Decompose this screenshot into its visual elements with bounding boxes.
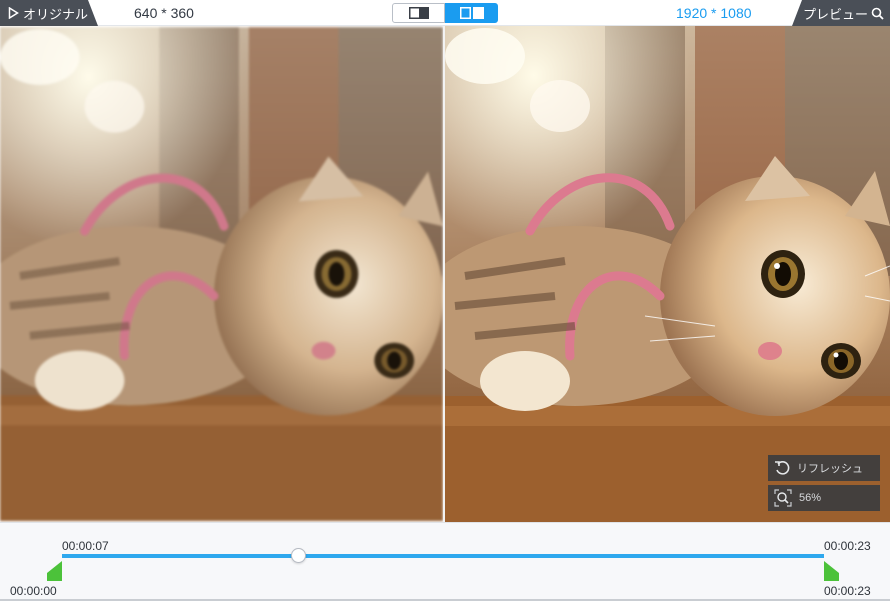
preview-tab-label: プレビュー xyxy=(802,6,868,22)
view-mode-toggle xyxy=(392,3,498,23)
trim-start-handle[interactable] xyxy=(47,561,63,581)
preview-tab[interactable]: プレビュー xyxy=(792,0,890,26)
enhanced-video-preview xyxy=(445,26,890,522)
refresh-icon xyxy=(775,461,790,475)
original-tab[interactable]: オリジナル xyxy=(0,0,98,26)
side-by-side-icon xyxy=(459,7,484,19)
top-bar: オリジナル 640 * 360 1920 * 1080 プレビュー xyxy=(0,0,890,26)
kitten-image-original xyxy=(0,27,443,521)
refresh-button[interactable]: リフレッシュ xyxy=(768,455,880,481)
trim-start-time: 00:00:00 xyxy=(10,584,57,598)
zoom-icon xyxy=(774,489,792,507)
kitten-image-preview xyxy=(445,26,890,522)
split-view-button[interactable] xyxy=(392,3,445,23)
current-time: 00:00:07 xyxy=(62,539,109,553)
split-view-icon xyxy=(408,7,429,19)
timeline-track[interactable] xyxy=(62,554,824,558)
side-by-side-view-button[interactable] xyxy=(445,3,498,23)
trim-end-time: 00:00:23 xyxy=(824,584,871,598)
end-time-label: 00:00:23 xyxy=(824,539,871,553)
original-video-preview xyxy=(0,26,443,522)
zoom-level: 56% xyxy=(799,492,822,504)
search-icon xyxy=(871,7,884,20)
output-resolution: 1920 * 1080 xyxy=(676,5,752,21)
timeline: 00:00:07 00:00:23 00:00:00 00:00:23 xyxy=(0,522,890,601)
zoom-indicator[interactable]: 56% xyxy=(768,485,880,511)
original-resolution: 640 * 360 xyxy=(134,5,194,21)
original-tab-label: オリジナル xyxy=(23,6,89,22)
trim-end-handle[interactable] xyxy=(823,561,839,581)
refresh-label: リフレッシュ xyxy=(797,463,863,475)
play-outline-icon xyxy=(8,7,19,19)
playhead-knob[interactable] xyxy=(290,548,306,563)
